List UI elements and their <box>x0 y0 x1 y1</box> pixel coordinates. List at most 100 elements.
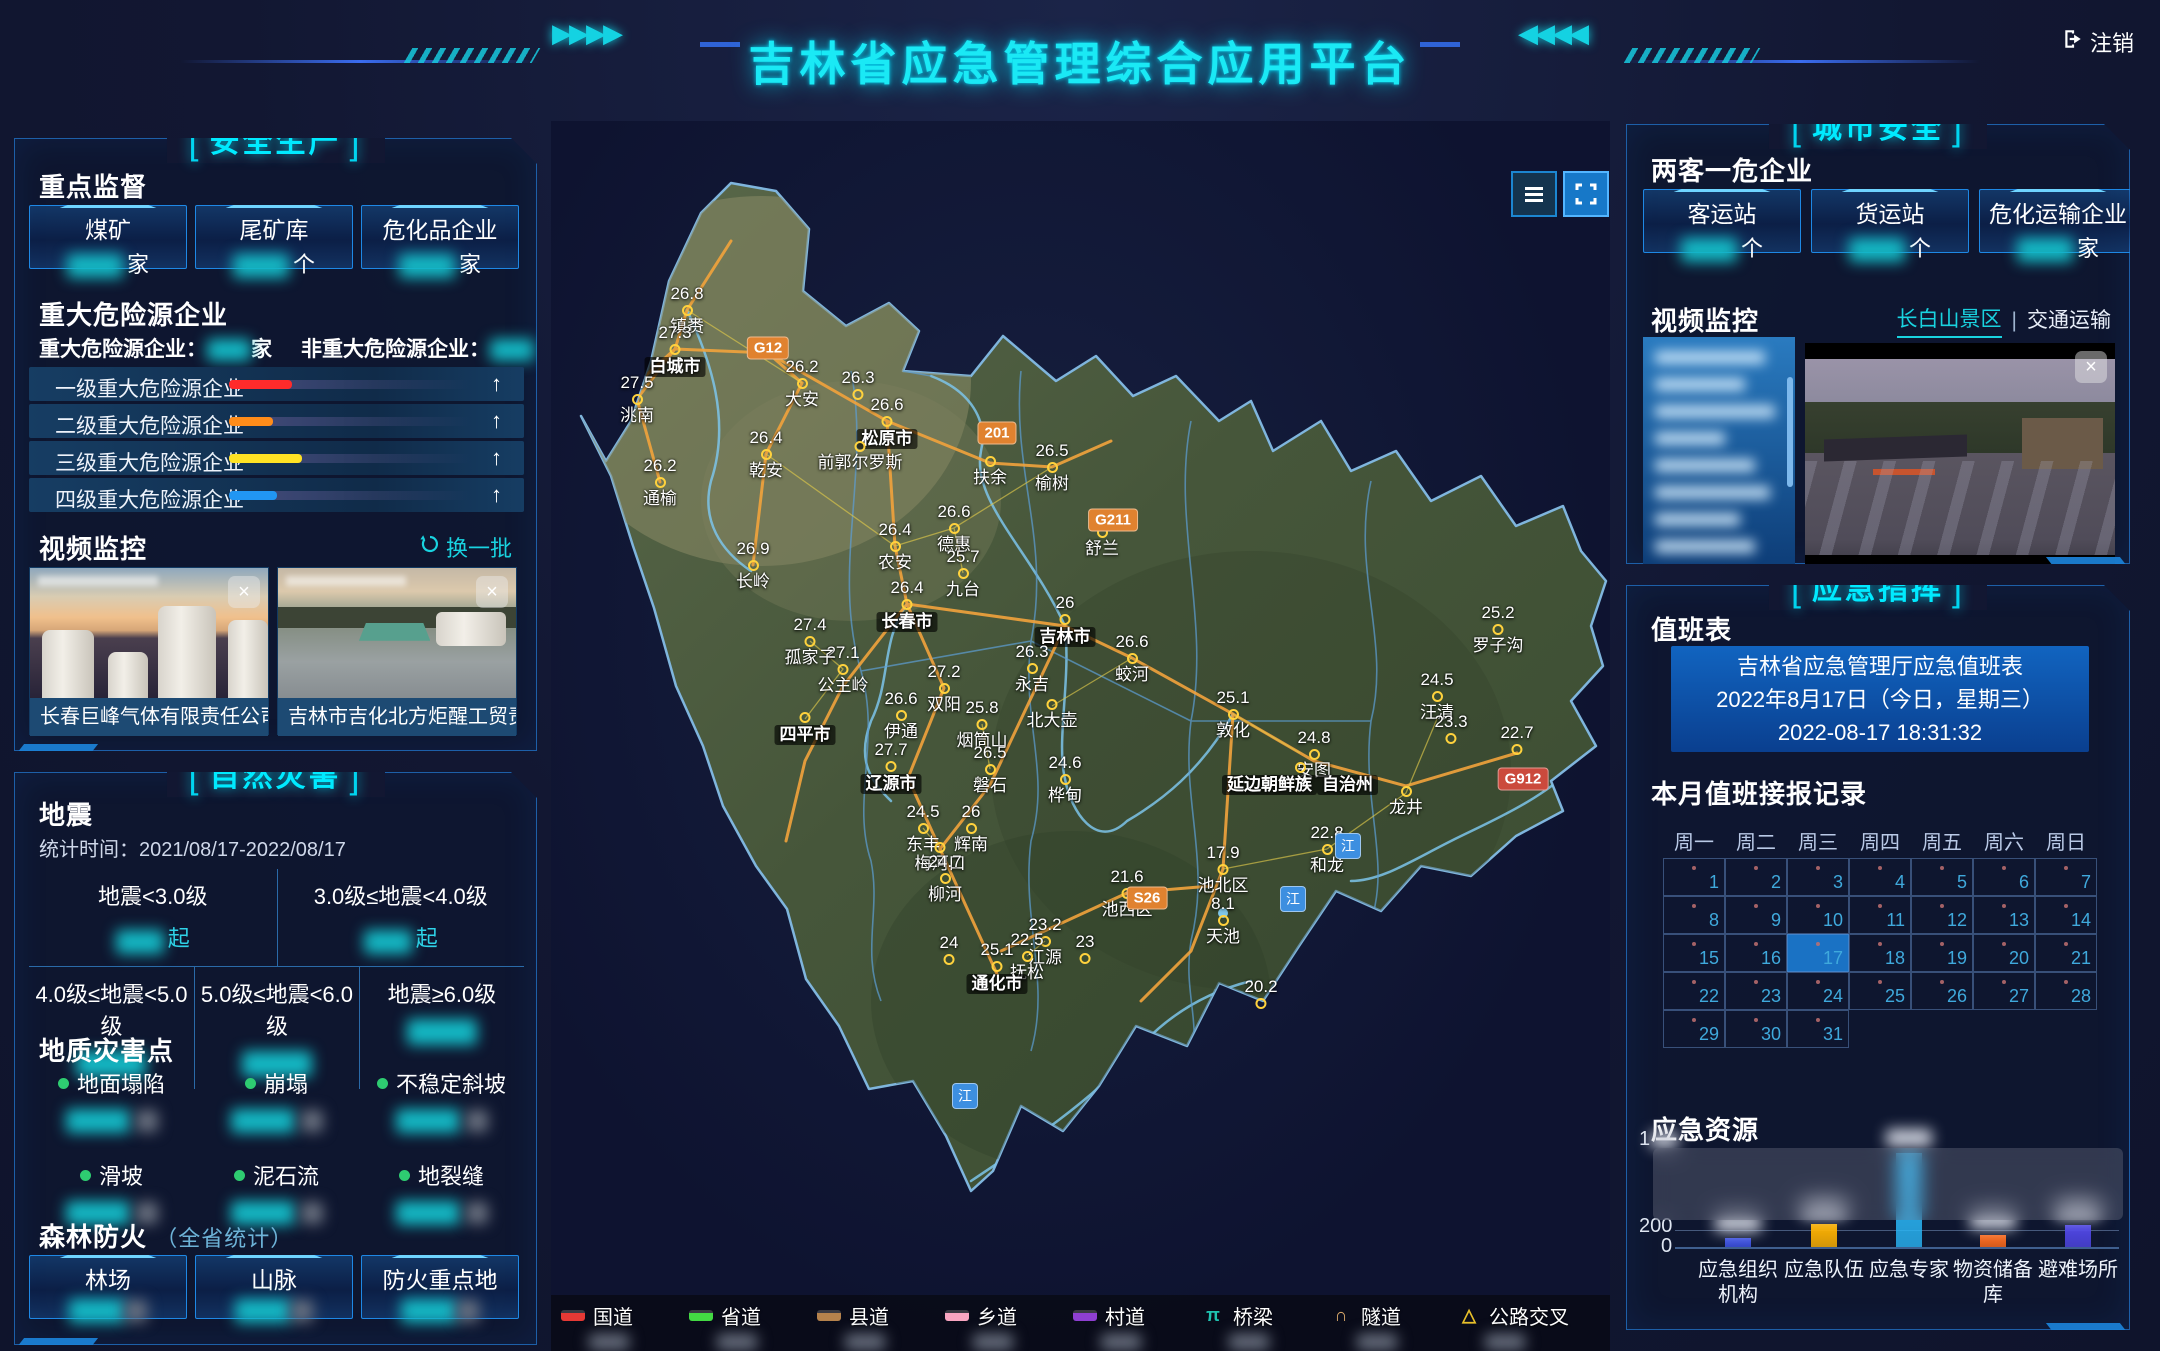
calendar-day[interactable]: 25 <box>1849 972 1911 1010</box>
place-label: 公主岭 <box>818 676 869 696</box>
calendar-day[interactable]: 14 <box>2035 896 2097 934</box>
tab-交通运输[interactable]: 交通运输 <box>2027 304 2111 337</box>
enterprise-cards: 客运站个货运站个危化运输企业家 <box>1643 189 2137 253</box>
legend-item-乡道[interactable]: 乡道 <box>945 1301 1073 1350</box>
category-label: 应急专家 <box>1861 1258 1957 1283</box>
legend-item-隧道[interactable]: ∩隧道 <box>1329 1301 1457 1350</box>
stat-value: 个 <box>1644 231 1800 263</box>
tab-长白山景区[interactable]: 长白山景区 <box>1897 303 2002 338</box>
forest-label: 林场 <box>30 1261 186 1295</box>
calendar-day[interactable]: 18 <box>1849 934 1911 972</box>
category-label: 避难场所 <box>2030 1258 2126 1283</box>
day-number: 20 <box>2009 948 2029 969</box>
calendar-day[interactable]: 24 <box>1787 972 1849 1010</box>
station-marker-icon <box>1432 691 1443 702</box>
panel-title: [安全生产] <box>166 117 384 163</box>
resource-bar-chart: 02001应急组织机构应急队伍应急专家物资储备库避难场所 <box>1687 1146 2107 1248</box>
green-dot-icon <box>234 1170 245 1181</box>
calendar-day[interactable]: 19 <box>1911 934 1973 972</box>
video-frame <box>1805 359 2115 555</box>
geology-value <box>194 1109 359 1133</box>
scrollbar[interactable] <box>1787 377 1793 487</box>
calendar-day[interactable]: 17 <box>1787 934 1849 972</box>
legend-item-公路交叉[interactable]: △公路交叉 <box>1457 1301 1585 1350</box>
calendar-day[interactable]: 26 <box>1911 972 1973 1010</box>
map-layers-button[interactable] <box>1511 171 1557 217</box>
calendar-day[interactable]: 13 <box>1973 896 2035 934</box>
legend-item-桥梁[interactable]: π桥梁 <box>1201 1301 1329 1350</box>
province-map[interactable]: 26.8镇赉27.3白城市27.5洮南26.2通榆26.2大安26.4乾安26.… <box>551 121 1610 1351</box>
calendar-day[interactable]: 6 <box>1973 858 2035 896</box>
calendar-day[interactable]: 23 <box>1725 972 1787 1010</box>
day-number: 11 <box>1886 910 1905 931</box>
calendar-day[interactable]: 4 <box>1849 858 1911 896</box>
censored-value <box>1886 1129 1932 1147</box>
legend-item-村道[interactable]: 村道 <box>1073 1301 1201 1350</box>
map-station: 8.1天池 <box>1206 894 1240 947</box>
calendar-day[interactable]: 9 <box>1725 896 1787 934</box>
geology-item: 泥石流 <box>194 1159 359 1225</box>
calendar-day[interactable]: 27 <box>1973 972 2035 1010</box>
close-icon[interactable]: × <box>476 576 508 608</box>
calendar-day[interactable]: 29 <box>1663 1010 1725 1048</box>
place-label: 前郭尔罗斯 <box>818 453 903 473</box>
video-thumbnail[interactable]: × 长春巨峰气体有限责任公司 <box>29 567 269 735</box>
tank-shape <box>228 620 268 698</box>
calendar-day[interactable]: 2 <box>1725 858 1787 896</box>
calendar-day[interactable]: 16 <box>1725 934 1787 972</box>
legend-item-县道[interactable]: 县道 <box>817 1301 945 1350</box>
stat-time: 统计时间：2021/08/17-2022/08/17 <box>39 833 346 862</box>
duty-calendar: 1234567891011121314151617181920212223242… <box>1663 858 2099 1048</box>
earthquake-value: 起 <box>29 921 277 954</box>
censored-value <box>1681 238 1737 262</box>
map-station: 龙井 <box>1389 785 1423 818</box>
legend-item-省道[interactable]: 省道 <box>689 1301 817 1350</box>
calendar-day[interactable]: 11 <box>1849 896 1911 934</box>
logout-button[interactable]: 注销 <box>2062 26 2134 58</box>
duty-dot-icon <box>1692 980 1696 984</box>
calendar-day[interactable]: 21 <box>2035 934 2097 972</box>
calendar-day[interactable]: 3 <box>1787 858 1849 896</box>
calendar-day[interactable]: 1 <box>1663 858 1725 896</box>
day-number: 27 <box>2009 986 2029 1007</box>
enterprise-card: 危化运输企业家 <box>1979 189 2137 253</box>
hazard-level-label: 三级重大危险源企业 <box>55 447 244 477</box>
censored-value <box>490 339 534 361</box>
fullscreen-button[interactable] <box>1563 171 1609 217</box>
calendar-day[interactable]: 30 <box>1725 1010 1787 1048</box>
temperature-label: 20.2 <box>1244 977 1277 997</box>
duty-dot-icon <box>2002 866 2006 870</box>
calendar-day[interactable]: 10 <box>1787 896 1849 934</box>
place-label: 柳河 <box>928 885 962 905</box>
calendar-day[interactable]: 20 <box>1973 934 2035 972</box>
video-player[interactable]: × <box>1805 343 2115 571</box>
refresh-batch-button[interactable]: 换一批 <box>420 531 512 563</box>
calendar-day[interactable]: 12 <box>1911 896 1973 934</box>
forest-label: 山脉 <box>196 1261 352 1295</box>
legend-item-国道[interactable]: 国道 <box>561 1301 689 1350</box>
corner-accent <box>2046 1323 2130 1336</box>
calendar-day[interactable]: 8 <box>1663 896 1725 934</box>
day-number: 8 <box>1709 910 1719 931</box>
temperature-label: 26.5 <box>973 743 1007 763</box>
place-label: 伊通 <box>884 722 918 742</box>
calendar-day[interactable]: 28 <box>2035 972 2097 1010</box>
day-number: 25 <box>1885 986 1905 1007</box>
close-icon[interactable]: × <box>2075 351 2107 383</box>
day-number: 5 <box>1957 872 1967 893</box>
place-label: 桦甸 <box>1048 786 1082 806</box>
censored-value <box>399 254 455 278</box>
camera-list[interactable] <box>1643 337 1795 577</box>
station-marker-icon <box>805 636 816 647</box>
calendar-day[interactable]: 7 <box>2035 858 2097 896</box>
censored-value <box>845 1334 885 1350</box>
censored-unit <box>125 1300 147 1322</box>
station-marker-icon <box>958 568 969 579</box>
video-thumbnail[interactable]: × 吉林市吉化北方炬醒工贸责任... <box>277 567 517 735</box>
calendar-day[interactable]: 5 <box>1911 858 1973 896</box>
temperature-label: 27.2 <box>927 662 961 682</box>
close-icon[interactable]: × <box>228 576 260 608</box>
calendar-day[interactable]: 15 <box>1663 934 1725 972</box>
calendar-day[interactable]: 22 <box>1663 972 1725 1010</box>
calendar-day[interactable]: 31 <box>1787 1010 1849 1048</box>
